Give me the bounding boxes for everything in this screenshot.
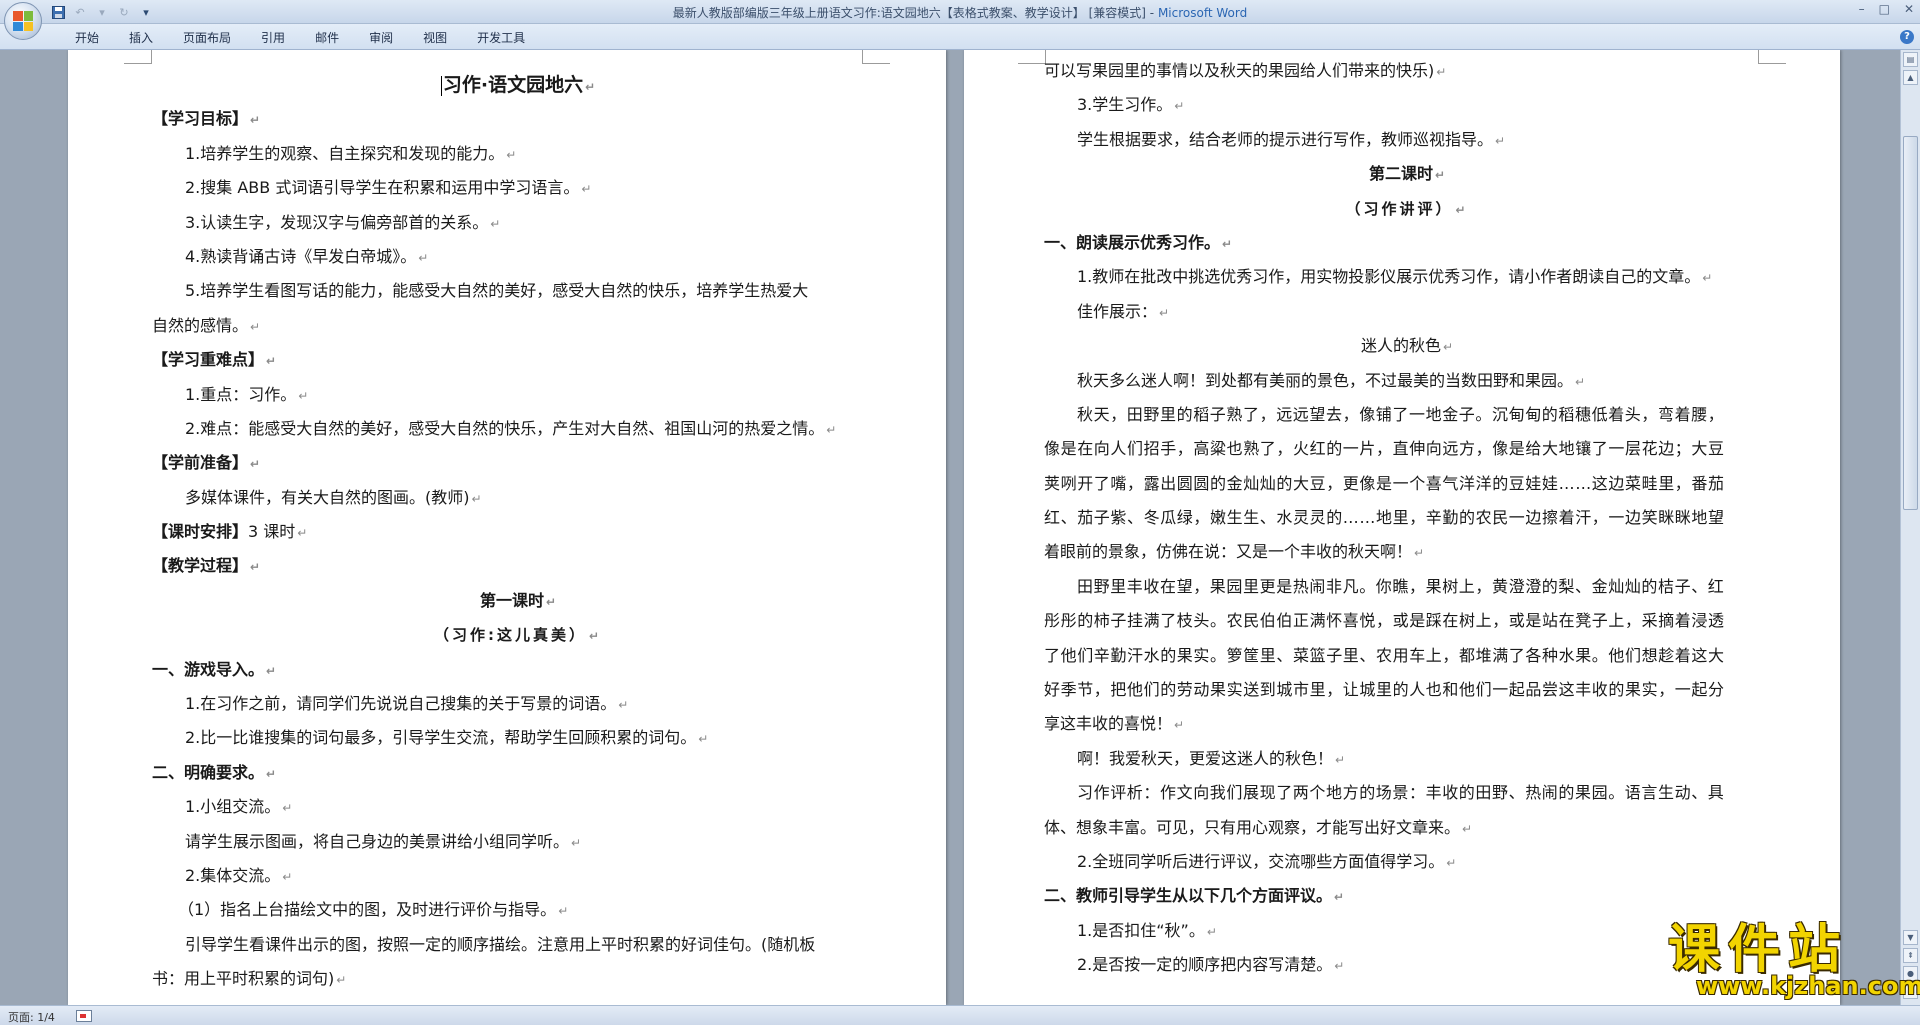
document-area[interactable]: 习作·语文园地六 ↵ 【学习目标】 ↵ 1.培养学生的观察、自主探究和发现的能力。 ↵…: [0, 50, 1900, 1005]
scroll-up-icon[interactable]: ▲: [1903, 70, 1918, 85]
tab-developer[interactable]: 开发工具: [462, 29, 540, 47]
paragraph: 了他们辛勤汗水的果实。箩筐里、菜篮子里、农用车上，都堆满了各种水果。他们想趁着这…: [1044, 645, 1725, 665]
paragraph: 【课时安排】3 课时 ↵: [152, 522, 308, 542]
paragraph: 彤彤的柿子挂满了枝头。农民伯伯正满怀喜悦，或是踩在树上，或是站在凳子上，采摘着浸…: [1044, 611, 1725, 631]
paragraph: 红、茄子紫、冬瓜绿，嫩生生、水灵灵的……地里，辛勤的农民一边擦着汗，一边笑眯眯地…: [1044, 508, 1725, 528]
section-heading: 【学习目标】 ↵: [152, 109, 261, 129]
paragraph: 好季节，把他们的劳动果实送到城市里，让城里的人也和他们一起品尝这丰收的果实，一起…: [1044, 680, 1725, 700]
paragraph: 学生根据要求，结合老师的提示进行写作，教师巡视指导。 ↵: [1077, 129, 1506, 149]
paragraph: 3.学生习作。 ↵: [1077, 95, 1185, 115]
watermark-url: www.kjzhan.com: [1696, 972, 1920, 1000]
paragraph: 秋天，田野里的稻子熟了，远远望去，像铺了一地金子。沉甸甸的稻穗低着头，弯着腰，: [1077, 404, 1725, 424]
paragraph: 佳作展示： ↵: [1077, 301, 1170, 321]
crop-mark: [1018, 50, 1046, 64]
page-count-status[interactable]: 页面: 1/4: [8, 1009, 55, 1025]
lesson-subheading: （习作讲评） ↵: [1345, 199, 1469, 218]
section-heading: 【学前准备】 ↵: [152, 453, 261, 473]
paragraph: 1.是否扣住“秋”。 ↵: [1077, 920, 1217, 940]
paragraph: 3.认读生字，发现汉字与偏旁部首的关系。 ↵: [185, 212, 501, 232]
section-heading: 一、游戏导入。 ↵: [152, 659, 277, 679]
paragraph: 着眼前的景象，仿佛在说：又是一个丰收的秋天啊！ ↵: [1044, 542, 1425, 562]
paragraph: 引导学生看课件出示的图，按照一定的顺序描绘。注意用上平时积累的好词佳句。(随机板: [185, 934, 816, 954]
paragraph: 享这丰收的喜悦！ ↵: [1044, 714, 1185, 734]
section-heading: 二、教师引导学生从以下几个方面评议。 ↵: [1044, 886, 1345, 906]
section-heading: 【学习重难点】 ↵: [152, 350, 277, 370]
window-controls: – □ ✕: [1859, 2, 1914, 16]
lesson-heading: 第一课时 ↵: [479, 590, 557, 610]
tab-insert[interactable]: 插入: [114, 29, 168, 47]
paragraph: 2.是否按一定的顺序把内容写清楚。 ↵: [1077, 955, 1345, 975]
paragraph: 啊！我爱秋天，更爱这迷人的秋色！ ↵: [1077, 748, 1346, 768]
paragraph: 1.小组交流。 ↵: [185, 797, 293, 817]
vertical-scrollbar[interactable]: ▤ ▲ ▼ ⇞ ● ⇟: [1900, 50, 1920, 1005]
paragraph: 2.全班同学听后进行评议，交流哪些方面值得学习。 ↵: [1077, 851, 1457, 871]
lesson-heading: 第二课时 ↵: [1368, 164, 1446, 184]
page-left[interactable]: 习作·语文园地六 ↵ 【学习目标】 ↵ 1.培养学生的观察、自主探究和发现的能力。 ↵…: [68, 50, 946, 1005]
watermark-text: 课件站: [1668, 920, 1849, 980]
ribbon-tabs: 开始 插入 页面布局 引用 邮件 审阅 视图 开发工具: [60, 29, 540, 47]
tab-page-layout[interactable]: 页面布局: [168, 29, 246, 47]
paragraph: 1.教师在批改中挑选优秀习作，用实物投影仪展示优秀习作，请小作者朗读自己的文章。…: [1077, 267, 1713, 287]
section-heading: 【教学过程】 ↵: [152, 556, 261, 576]
paragraph: 2.集体交流。 ↵: [185, 865, 293, 885]
paragraph: 田野里丰收在望，果园里更是热闹非凡。你瞧，果树上，黄澄澄的梨、金灿灿的桔子、红: [1077, 576, 1725, 596]
crop-mark: [862, 50, 890, 64]
section-heading: 一、朗读展示优秀习作。 ↵: [1044, 232, 1233, 252]
paragraph: 2.比一比谁搜集的词句最多，引导学生交流，帮助学生回顾积累的词句。 ↵: [185, 728, 709, 748]
close-icon[interactable]: ✕: [1904, 2, 1914, 16]
title-bar: ↶ ▾ ↻ ▾ 最新人教版部编版三年级上册语文习作:语文园地六【表格式教案、教学…: [0, 0, 1920, 24]
lesson-subheading: （习作:这儿真美） ↵: [433, 626, 603, 645]
office-logo-icon: [13, 11, 33, 31]
scrollbar-thumb[interactable]: [1903, 136, 1918, 510]
proofing-status-icon[interactable]: [76, 1010, 92, 1022]
paragraph: 可以写果园里的事情以及秋天的果园给人们带来的快乐) ↵: [1044, 61, 1447, 80]
paragraph: 2.难点：能感受大自然的美好，感受大自然的快乐，产生对大自然、祖国山河的热爱之情…: [185, 418, 837, 438]
maximize-icon[interactable]: □: [1879, 2, 1890, 16]
tab-mailings[interactable]: 邮件: [300, 29, 354, 47]
status-bar: 页面: 1/4: [0, 1005, 1920, 1025]
help-icon[interactable]: ?: [1900, 30, 1914, 44]
watermark-logo: 课件站 www.kjzhan.com: [1668, 920, 1920, 1002]
app-name: Microsoft Word: [1157, 6, 1248, 20]
tab-references[interactable]: 引用: [246, 29, 300, 47]
paragraph: （1）指名上台描绘文中的图，及时进行评价与指导。 ↵: [178, 900, 569, 920]
section-heading: 二、明确要求。 ↵: [152, 762, 277, 782]
paragraph: 荚咧开了嘴，露出圆圆的金灿灿的大豆，更像是一个喜气洋洋的豆娃娃……这边菜畦里，番…: [1044, 473, 1725, 493]
document-title: 最新人教版部编版三年级上册语文习作:语文园地六【表格式教案、教学设计】 [兼容模…: [672, 6, 1158, 20]
essay-title: 迷人的秋色 ↵: [1360, 336, 1454, 356]
paragraph: 秋天多么迷人啊！到处都有美丽的景色，不过最美的当数田野和果园。 ↵: [1077, 370, 1586, 390]
ruler-toggle-icon[interactable]: ▤: [1903, 52, 1918, 67]
ribbon: 开始 插入 页面布局 引用 邮件 审阅 视图 开发工具 ?: [0, 24, 1920, 50]
paragraph: 1.培养学生的观察、自主探究和发现的能力。 ↵: [185, 143, 517, 163]
paragraph: 习作评析：作文向我们展现了两个地方的场景：丰收的田野、热闹的果园。语言生动、具: [1077, 783, 1725, 803]
page-left-content: 习作·语文园地六 ↵ 【学习目标】 ↵ 1.培养学生的观察、自主探究和发现的能力。 ↵…: [152, 68, 884, 997]
paragraph: 4.熟读背诵古诗《早发白帝城》。 ↵: [185, 246, 429, 266]
page-right-content: 可以写果园里的事情以及秋天的果园给人们带来的快乐) ↵ 3.学生习作。 ↵ 学生根据…: [1044, 54, 1770, 983]
paragraph: 1.在习作之前，请同学们先说说自己搜集的关于写景的词语。 ↵: [185, 694, 629, 714]
window-title: 最新人教版部编版三年级上册语文习作:语文园地六【表格式教案、教学设计】 [兼容模…: [0, 4, 1920, 21]
document-heading: 习作·语文园地六 ↵: [440, 74, 596, 96]
crop-mark: [124, 50, 152, 64]
office-button[interactable]: [4, 2, 42, 40]
tab-home[interactable]: 开始: [60, 29, 114, 47]
paragraph: 书：用上平时积累的词句) ↵: [152, 969, 347, 989]
paragraph: 2.搜集 ABB 式词语引导学生在积累和运用中学习语言。 ↵: [185, 178, 592, 198]
paragraph: 5.培养学生看图写话的能力，能感受大自然的美好，感受大自然的快乐，培养学生热爱大: [185, 281, 809, 301]
text-cursor: [440, 75, 442, 96]
paragraph: 多媒体课件，有关大自然的图画。(教师) ↵: [185, 487, 482, 507]
minimize-icon[interactable]: –: [1859, 2, 1865, 16]
paragraph: 像是在向人们招手，高粱也熟了，火红的一片，直伸向远方，像是给大地镶了一层花边；大…: [1044, 439, 1725, 459]
paragraph: 1.重点：习作。 ↵: [185, 384, 309, 404]
tab-view[interactable]: 视图: [408, 29, 462, 47]
tab-review[interactable]: 审阅: [354, 29, 408, 47]
paragraph: 体、想象丰富。可见，只有用心观察，才能写出好文章来。 ↵: [1044, 817, 1473, 837]
paragraph: 请学生展示图画，将自己身边的美景讲给小组同学听。 ↵: [185, 831, 582, 851]
paragraph: 自然的感情。 ↵: [152, 315, 261, 335]
page-right[interactable]: 可以写果园里的事情以及秋天的果园给人们带来的快乐) ↵ 3.学生习作。 ↵ 学生根据…: [964, 50, 1840, 1005]
